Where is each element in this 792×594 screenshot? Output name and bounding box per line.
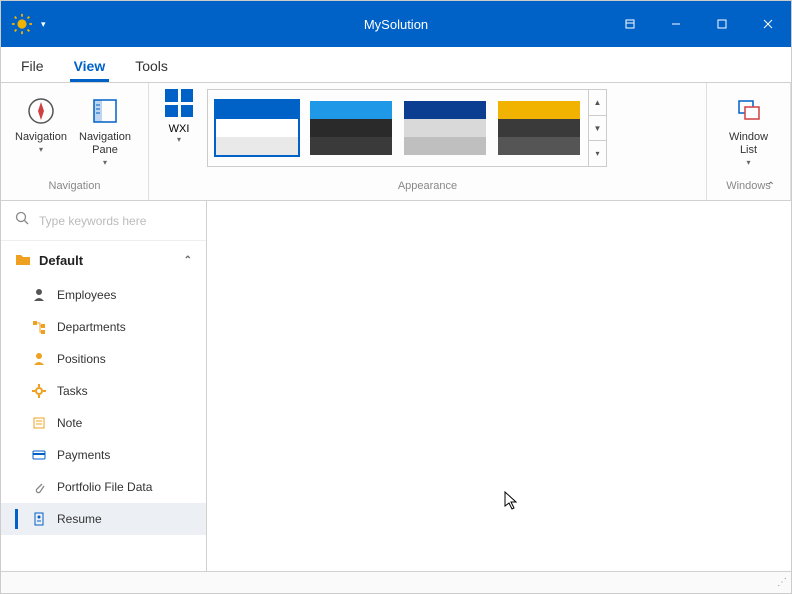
- ribbon-group-label: Windows: [707, 180, 790, 200]
- chevron-down-icon: ▾: [103, 158, 107, 167]
- nav-group-header[interactable]: Default ⌃: [1, 241, 206, 279]
- nav-item-resume[interactable]: Resume: [1, 503, 206, 535]
- ribbon-group-appearance: WXI ▾ ▲ ▼ ▾ Appearance: [149, 83, 707, 200]
- main-area: Default ⌃ Employees Departments Positions T…: [1, 201, 791, 571]
- content-area: [207, 201, 791, 571]
- chevron-down-icon: ▾: [177, 135, 181, 144]
- clip-icon: [31, 479, 47, 495]
- search-icon: [15, 211, 29, 230]
- nav-item-label: Tasks: [57, 384, 88, 398]
- window-list-button[interactable]: Window List ▾: [715, 89, 782, 167]
- pane-icon: [91, 93, 119, 129]
- gallery-scroll-down[interactable]: ▼: [589, 116, 606, 142]
- nav-item-label: Departments: [57, 320, 126, 334]
- qat-dropdown[interactable]: ▾: [41, 19, 46, 30]
- theme-swatch-2[interactable]: [402, 99, 488, 157]
- app-icon: [11, 13, 33, 35]
- chevron-down-icon: ▾: [746, 158, 750, 167]
- tab-file[interactable]: File: [17, 52, 48, 82]
- nav-item-portfolio-file-data[interactable]: Portfolio File Data: [1, 471, 206, 503]
- nav-item-note[interactable]: Note: [1, 407, 206, 439]
- nav-item-employees[interactable]: Employees: [1, 279, 206, 311]
- window-title: MySolution: [364, 17, 428, 32]
- resize-grip-icon[interactable]: ⋰: [777, 577, 785, 588]
- close-button[interactable]: [745, 1, 791, 47]
- nav-item-label: Portfolio File Data: [57, 480, 152, 494]
- ribbon-group-label: Appearance: [149, 180, 706, 200]
- gear-icon: [31, 383, 47, 399]
- nav-item-label: Note: [57, 416, 82, 430]
- nav-group-label: Default: [39, 253, 83, 268]
- doc-icon: [31, 511, 47, 527]
- grid-icon: [165, 89, 193, 117]
- theme-swatch-3[interactable]: [496, 99, 582, 157]
- navigation-button[interactable]: Navigation ▾: [9, 89, 73, 154]
- windows-icon: [735, 93, 763, 129]
- nav-item-tasks[interactable]: Tasks: [1, 375, 206, 407]
- tree-icon: [31, 319, 47, 335]
- gallery-scroll-up[interactable]: ▲: [589, 90, 606, 116]
- compass-icon: [26, 93, 56, 129]
- ribbon-group-navigation: Navigation ▾ Navigation Pane ▾ Navigatio…: [1, 83, 149, 200]
- navigation-pane-button[interactable]: Navigation Pane ▾: [73, 89, 137, 167]
- nav-item-label: Employees: [57, 288, 116, 302]
- nav-item-label: Resume: [57, 512, 102, 526]
- theme-swatch-0[interactable]: [214, 99, 300, 157]
- person-icon: [31, 351, 47, 367]
- nav-item-payments[interactable]: Payments: [1, 439, 206, 471]
- tab-tools[interactable]: Tools: [131, 52, 172, 82]
- collapse-ribbon-button[interactable]: ⌃: [767, 181, 775, 192]
- search-input[interactable]: [39, 214, 194, 228]
- theme-swatch-1[interactable]: [308, 99, 394, 157]
- statusbar: ⋰: [1, 571, 791, 593]
- person-icon: [31, 287, 47, 303]
- note-icon: [31, 415, 47, 431]
- theme-gallery: [207, 89, 589, 167]
- titlebar: ▾ MySolution: [1, 1, 791, 47]
- nav-item-positions[interactable]: Positions: [1, 343, 206, 375]
- aux-window-button[interactable]: [607, 1, 653, 47]
- menu-tabs: File View Tools: [1, 47, 791, 83]
- chevron-down-icon: ▾: [39, 145, 43, 154]
- sidebar: Default ⌃ Employees Departments Positions T…: [1, 201, 207, 571]
- maximize-button[interactable]: [699, 1, 745, 47]
- minimize-button[interactable]: [653, 1, 699, 47]
- nav-item-label: Positions: [57, 352, 106, 366]
- cursor-icon: [504, 491, 518, 511]
- gallery-scroll: ▲ ▼ ▾: [589, 89, 607, 167]
- chevron-up-icon: ⌃: [184, 255, 192, 266]
- ribbon-group-label: Navigation: [1, 180, 148, 200]
- folder-icon: [15, 252, 31, 269]
- card-icon: [31, 447, 47, 463]
- gallery-dropdown[interactable]: ▾: [589, 141, 606, 166]
- ribbon: Navigation ▾ Navigation Pane ▾ Navigatio…: [1, 83, 791, 201]
- ribbon-group-windows: Window List ▾ Windows: [707, 83, 791, 200]
- search-row: [1, 201, 206, 241]
- tab-view[interactable]: View: [70, 52, 110, 82]
- wxi-button[interactable]: WXI ▾: [157, 89, 201, 144]
- nav-item-departments[interactable]: Departments: [1, 311, 206, 343]
- nav-item-label: Payments: [57, 448, 110, 462]
